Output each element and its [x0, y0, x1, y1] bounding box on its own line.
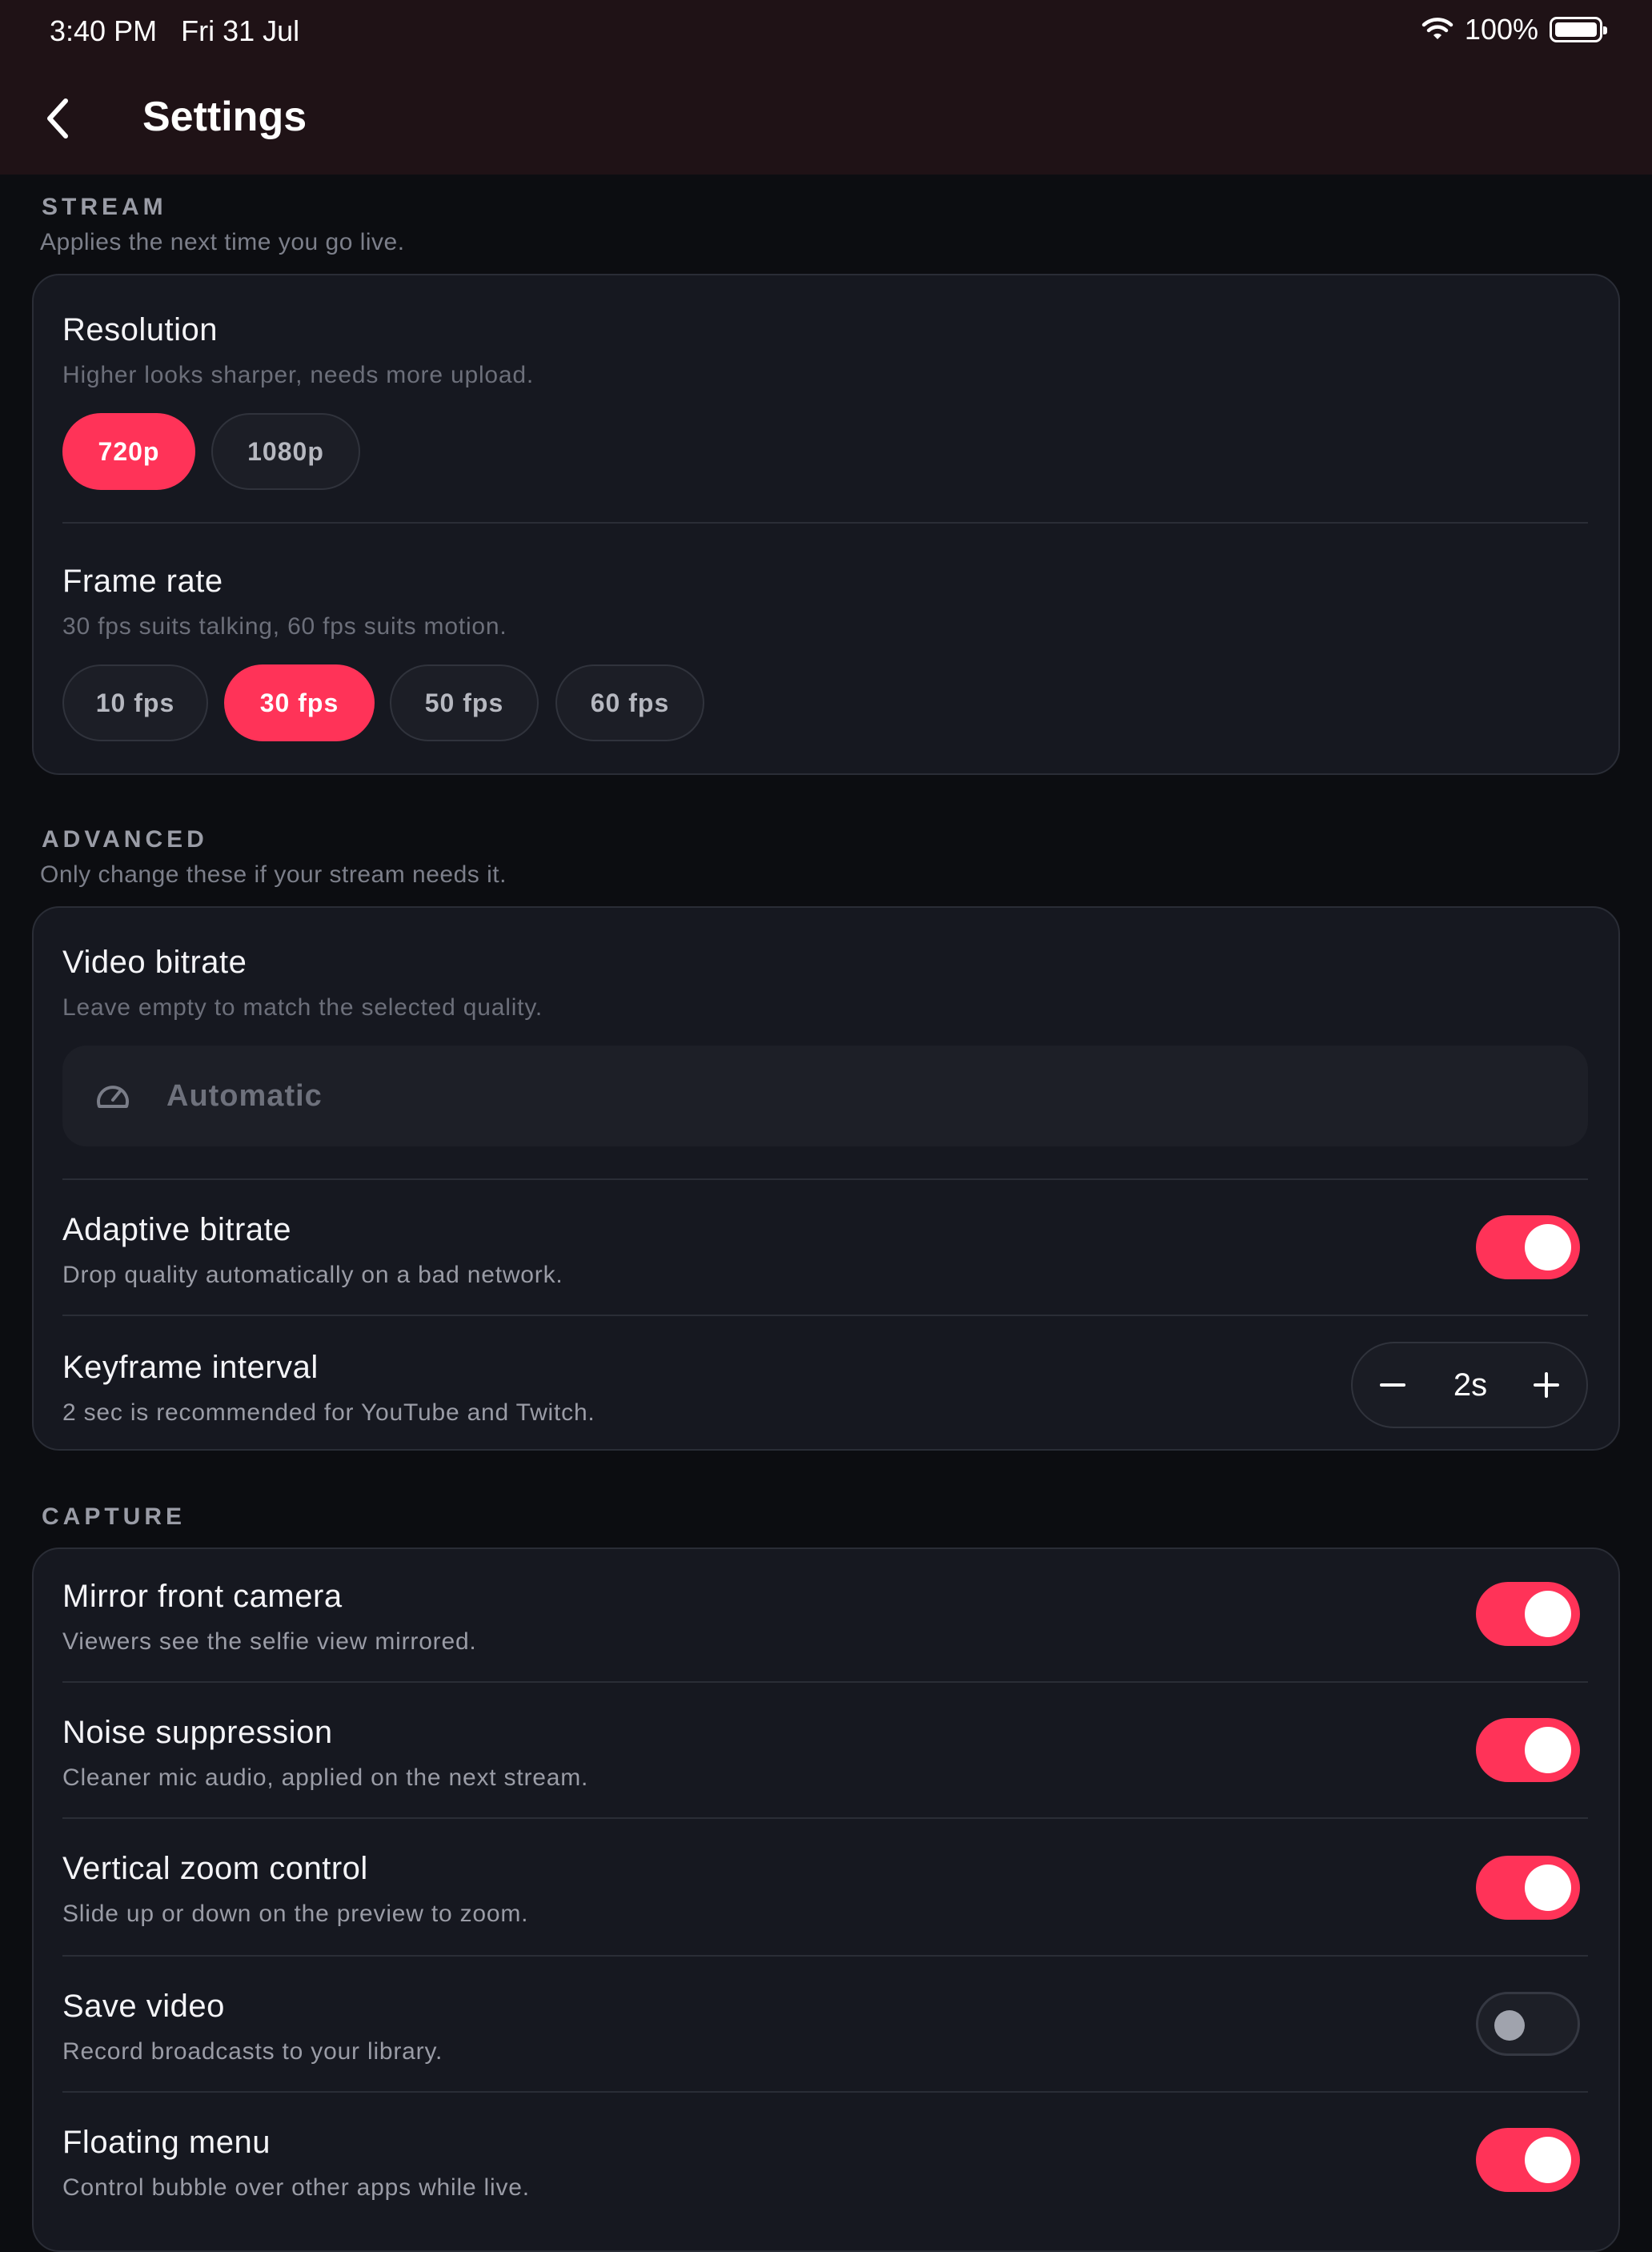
status-right: 100% [1421, 13, 1607, 46]
plus-icon [1534, 1372, 1559, 1398]
app-bar: Settings [0, 62, 1652, 175]
frame-rate-option-60[interactable]: 60 fps [555, 664, 704, 741]
capture-item-hint: Cleaner mic audio, applied on the next s… [62, 1764, 589, 1791]
section-title-stream: STREAM [42, 194, 167, 220]
video-bitrate-label: Video bitrate [62, 945, 247, 980]
capture-item-hint: Record broadcasts to your library. [62, 2038, 443, 2065]
capture-item-label: Mirror front camera [62, 1579, 343, 1614]
frame-rate-option-10[interactable]: 10 fps [62, 664, 208, 741]
capture-item-hint: Control bubble over other apps while liv… [62, 2174, 530, 2201]
video-bitrate-hint: Leave empty to match the selected qualit… [62, 994, 543, 1021]
divider [62, 522, 1588, 524]
frame-rate-label: Frame rate [62, 564, 223, 599]
save-video-toggle[interactable] [1476, 1992, 1580, 2056]
section-title-advanced: ADVANCED [42, 826, 208, 853]
divider [62, 1955, 1588, 1957]
capture-item-label: Save video [62, 1989, 225, 2024]
vertical-zoom-control-toggle[interactable] [1476, 1856, 1580, 1920]
capture-item-hint: Viewers see the selfie view mirrored. [62, 1628, 477, 1655]
resolution-label: Resolution [62, 312, 219, 347]
wifi-icon [1421, 18, 1454, 39]
section-subtitle-stream: Applies the next time you go live. [40, 229, 405, 255]
adaptive-bitrate-label: Adaptive bitrate [62, 1212, 291, 1247]
page-title: Settings [142, 94, 307, 140]
divider [62, 1178, 1588, 1180]
floating-menu-toggle[interactable] [1476, 2128, 1580, 2192]
speedometer-icon [97, 1086, 129, 1108]
divider [62, 1681, 1588, 1683]
capture-item-hint: Slide up or down on the preview to zoom. [62, 1901, 529, 1927]
keyframe-interval-hint: 2 sec is recommended for YouTube and Twi… [62, 1399, 595, 1426]
capture-item-label: Vertical zoom control [62, 1851, 368, 1886]
keyframe-interval-label: Keyframe interval [62, 1350, 319, 1385]
battery-percent: 100% [1464, 13, 1538, 46]
divider [62, 1817, 1588, 1819]
divider [62, 2091, 1588, 2093]
capture-item-label: Floating menu [62, 2125, 271, 2160]
frame-rate-option-50[interactable]: 50 fps [390, 664, 539, 741]
mirror-front-camera-toggle[interactable] [1476, 1582, 1580, 1646]
frame-rate-option-30[interactable]: 30 fps [224, 664, 375, 741]
battery-icon [1550, 17, 1607, 42]
resolution-hint: Higher looks sharper, needs more upload. [62, 362, 534, 388]
keyframe-interval-value: 2s [1453, 1367, 1488, 1403]
section-subtitle-advanced: Only change these if your stream needs i… [40, 861, 507, 888]
decrement-button[interactable] [1353, 1343, 1433, 1427]
chevron-left-icon [47, 98, 68, 138]
minus-icon [1380, 1383, 1405, 1387]
noise-suppression-toggle[interactable] [1476, 1718, 1580, 1782]
adaptive-bitrate-toggle[interactable] [1476, 1215, 1580, 1279]
video-bitrate-field[interactable] [62, 1046, 1588, 1146]
increment-button[interactable] [1506, 1343, 1586, 1427]
adaptive-bitrate-hint: Drop quality automatically on a bad netw… [62, 1262, 563, 1288]
resolution-option-720p[interactable]: 720p [62, 413, 195, 490]
capture-item-label: Noise suppression [62, 1715, 333, 1750]
keyframe-interval-stepper: 2s [1351, 1342, 1588, 1428]
video-bitrate-input[interactable] [166, 1070, 1527, 1122]
frame-rate-hint: 30 fps suits talking, 60 fps suits motio… [62, 613, 507, 640]
back-button[interactable] [32, 93, 83, 144]
resolution-option-1080p[interactable]: 1080p [211, 413, 360, 490]
status-time: 3:40 PM Fri 31 Jul [50, 14, 300, 47]
divider [62, 1315, 1588, 1316]
section-title-capture: CAPTURE [42, 1503, 186, 1530]
status-bar: 3:40 PM Fri 31 Jul 100% [0, 0, 1652, 62]
